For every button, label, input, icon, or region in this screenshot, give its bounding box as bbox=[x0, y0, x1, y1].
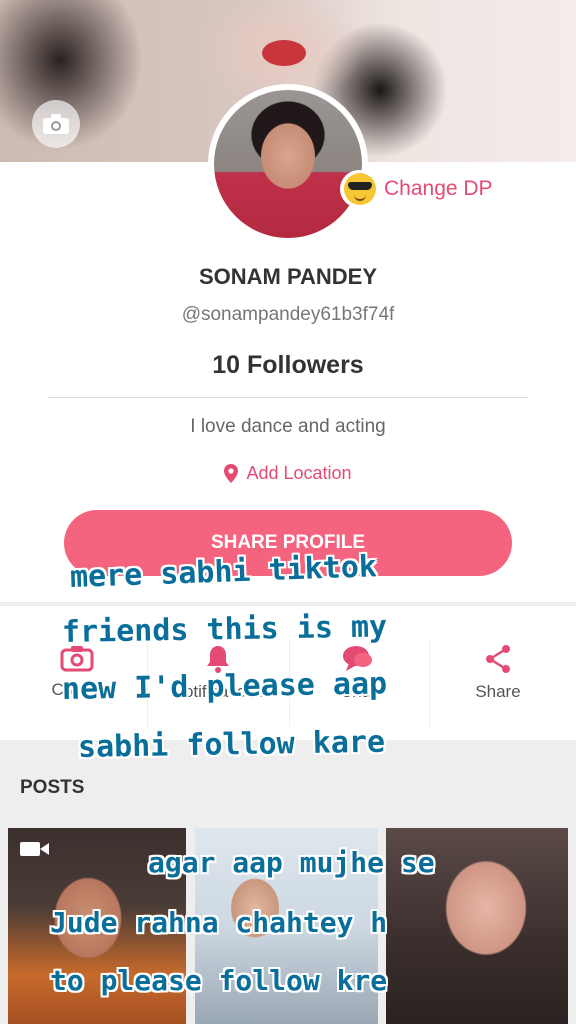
camera-icon bbox=[43, 114, 69, 134]
posts-heading: POSTS bbox=[20, 777, 85, 798]
followers-count[interactable]: 10 Followers bbox=[0, 351, 576, 380]
change-cover-button[interactable] bbox=[32, 100, 80, 148]
video-caption-line: to please follow kre bbox=[50, 964, 388, 997]
cover-photo-detail bbox=[262, 40, 306, 66]
change-dp-button[interactable]: Change DP bbox=[340, 170, 507, 208]
profile-bio: I love dance and acting bbox=[190, 416, 386, 437]
profile-handle: @sonampandey61b3f74f bbox=[181, 304, 395, 325]
profile-name: SONAM PANDEY bbox=[198, 264, 378, 289]
divider bbox=[48, 397, 528, 398]
change-dp-label: Change DP bbox=[384, 177, 493, 200]
location-pin-icon bbox=[224, 464, 239, 483]
video-caption-line: agar aap mujhe se bbox=[148, 846, 435, 879]
avatar[interactable] bbox=[214, 90, 362, 238]
sunglasses-emoji-icon bbox=[344, 173, 376, 205]
add-location-label: Add Location bbox=[246, 463, 352, 483]
add-location-link[interactable]: Add Location bbox=[0, 463, 576, 484]
video-icon bbox=[20, 842, 49, 856]
video-caption-line: Jude rahna chahtey h bbox=[50, 906, 388, 939]
